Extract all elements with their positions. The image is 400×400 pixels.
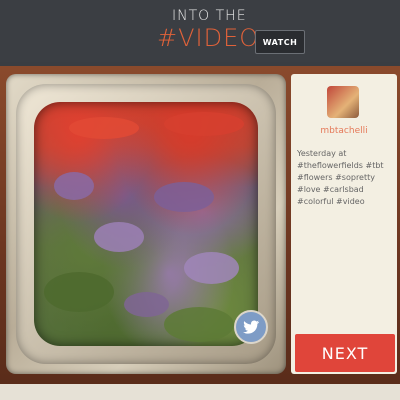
twitter-bird-icon [243,320,259,334]
flower-cluster [94,222,144,252]
foliage-cluster [44,272,114,312]
post-info-panel: mbtachelli Yesterday at #theflowerfields… [291,74,397,374]
flower-cluster [184,252,239,284]
foliage-cluster [164,307,234,342]
flower-cluster [154,182,214,212]
flower-cluster [54,172,94,200]
bottom-bar [0,384,400,400]
flower-cluster [69,117,139,139]
twitter-share-button[interactable] [234,310,268,344]
tv-bezel [6,74,286,374]
header-title-hashtag: #VIDEO [157,24,260,52]
username-link[interactable]: mbtachelli [291,126,397,136]
post-caption: Yesterday at #theflowerfields #tbt #flow… [297,149,384,206]
video-screen[interactable] [34,102,258,346]
header-title-line1: INTO THE [172,8,247,24]
next-button[interactable]: NEXT [295,334,395,372]
flower-cluster [164,112,244,136]
top-header: INTO THE #VIDEO WATCH [0,0,400,62]
watch-button[interactable]: WATCH [255,30,305,54]
flower-cluster [124,292,169,317]
avatar[interactable] [327,86,359,118]
retro-tv-frame: mbtachelli Yesterday at #theflowerfields… [0,66,400,384]
